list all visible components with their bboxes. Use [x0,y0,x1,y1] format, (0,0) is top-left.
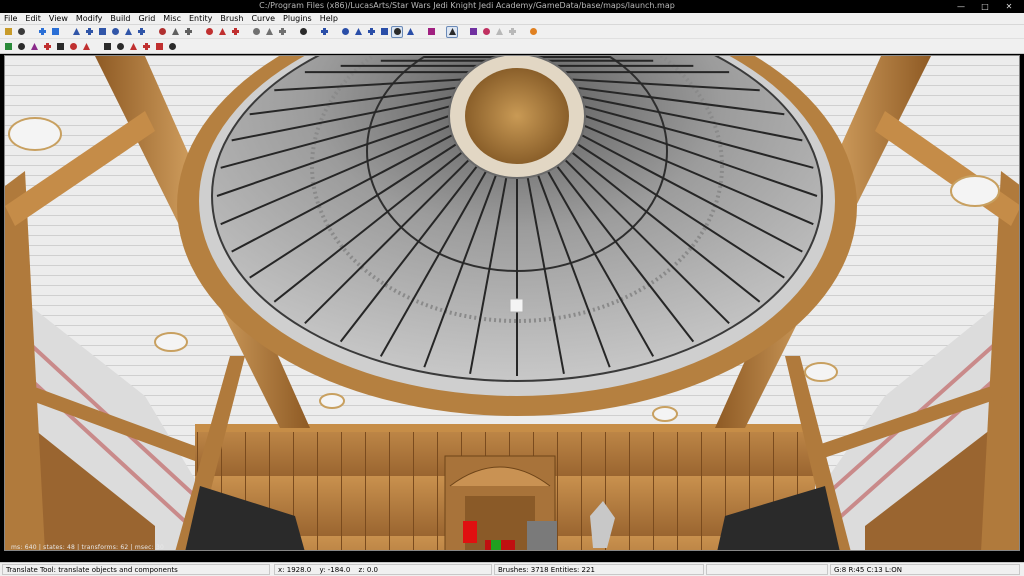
move-up-icon[interactable] [102,41,112,51]
open-icon[interactable] [3,27,13,37]
y-value: -184.0 [327,566,351,574]
rotate-y-icon[interactable] [110,27,120,37]
csg-icon[interactable] [170,27,180,37]
pointer-icon[interactable] [298,27,308,37]
menu-grid[interactable]: Grid [137,14,156,23]
menu-misc[interactable]: Misc [162,14,182,23]
main-toolbar [0,25,1024,39]
menu-file[interactable]: File [3,14,18,23]
z-value: 0.0 [366,566,378,574]
status-brush-count: Brushes: 3718 Entities: 221 [494,564,704,575]
paint-icon[interactable] [426,27,436,37]
maximize-button[interactable]: □ [976,1,994,11]
select-partial-icon[interactable] [230,27,240,37]
menu-build[interactable]: Build [109,14,131,23]
texture-icon[interactable] [29,41,39,51]
menu-help[interactable]: Help [319,14,339,23]
save-icon[interactable] [16,27,26,37]
patch-insert-icon[interactable] [366,27,376,37]
status-empty [706,564,828,575]
window-title: C:/Program Files (x86)/LucasArts/Star Wa… [259,1,675,10]
edge-icon[interactable] [81,41,91,51]
region-icon[interactable] [42,41,52,51]
clipper-icon[interactable] [379,27,389,37]
hollow-icon[interactable] [183,27,193,37]
view-xz-icon[interactable] [264,27,274,37]
cube-icon[interactable] [55,41,65,51]
disabled-icon[interactable] [494,27,504,37]
z-label: z: [358,566,365,574]
camera-icon[interactable] [319,27,329,37]
rotate-icon[interactable] [141,41,151,51]
dome-medallion [465,68,569,164]
title-bar: C:/Program Files (x86)/LucasArts/Star Wa… [0,0,1024,13]
status-tool-hint: Translate Tool: translate objects and co… [2,564,270,575]
menu-brush[interactable]: Brush [219,14,244,23]
camera-viewport[interactable]: ms: 640 | states: 48 | transforms: 62 | … [4,55,1020,551]
view-xy-icon[interactable] [251,27,261,37]
rotate-x-icon[interactable] [84,27,94,37]
flip-x-icon[interactable] [71,27,81,37]
viewport-readout: ms: 640 | states: 48 | transforms: 62 | … [11,544,164,551]
texture-lock-icon[interactable] [446,25,458,38]
menu-modify[interactable]: Modify [75,14,104,23]
menu-curve[interactable]: Curve [250,14,276,23]
flip-z-icon[interactable] [123,27,133,37]
window-controls: — □ ✕ [952,1,1018,11]
select-ring-icon[interactable] [16,41,26,51]
menu-view[interactable]: View [48,14,69,23]
vertex-icon[interactable] [405,27,415,37]
rotate-z-icon[interactable] [136,27,146,37]
filter-icon[interactable] [481,27,491,37]
arrow-right-icon[interactable] [50,27,60,37]
plugin-icon[interactable] [528,27,538,37]
view-yz-icon[interactable] [277,27,287,37]
arrow-left-icon[interactable] [37,27,47,37]
deselect-icon[interactable] [167,41,177,51]
drag-icon[interactable] [154,41,164,51]
select-inside-icon[interactable] [204,27,214,37]
status-grid: G:8 R:45 C:13 L:ON [830,564,1020,575]
brush-icon[interactable] [157,27,167,37]
close-button[interactable]: ✕ [1000,1,1018,11]
entity-icon[interactable] [468,27,478,37]
select-touching-icon[interactable] [217,27,227,37]
x-label: x: [278,566,285,574]
patch-bend-icon[interactable] [353,27,363,37]
flip-y-icon[interactable] [97,27,107,37]
x-value: 1928.0 [286,566,312,574]
disabled2-icon[interactable] [507,27,517,37]
secondary-toolbar [0,39,1024,54]
camera-scene [5,56,1019,550]
face-icon[interactable] [68,41,78,51]
patch-icon[interactable] [340,27,350,37]
status-bar: Translate Tool: translate objects and co… [0,562,1024,576]
menu-bar: File Edit View Modify Build Grid Misc En… [0,13,1024,25]
menu-plugins[interactable]: Plugins [282,14,313,23]
radiant-window: C:/Program Files (x86)/LucasArts/Star Wa… [0,0,1024,576]
menu-entity[interactable]: Entity [188,14,213,23]
move-down-icon[interactable] [115,41,125,51]
refresh-icon[interactable] [3,41,13,51]
status-coordinates: x: 1928.0 y: -184.0 z: 0.0 [274,564,492,575]
minimize-button[interactable]: — [952,1,970,11]
y-label: y: [319,566,326,574]
scale-icon[interactable] [128,41,138,51]
qe-button[interactable] [391,25,403,38]
menu-edit[interactable]: Edit [24,14,42,23]
